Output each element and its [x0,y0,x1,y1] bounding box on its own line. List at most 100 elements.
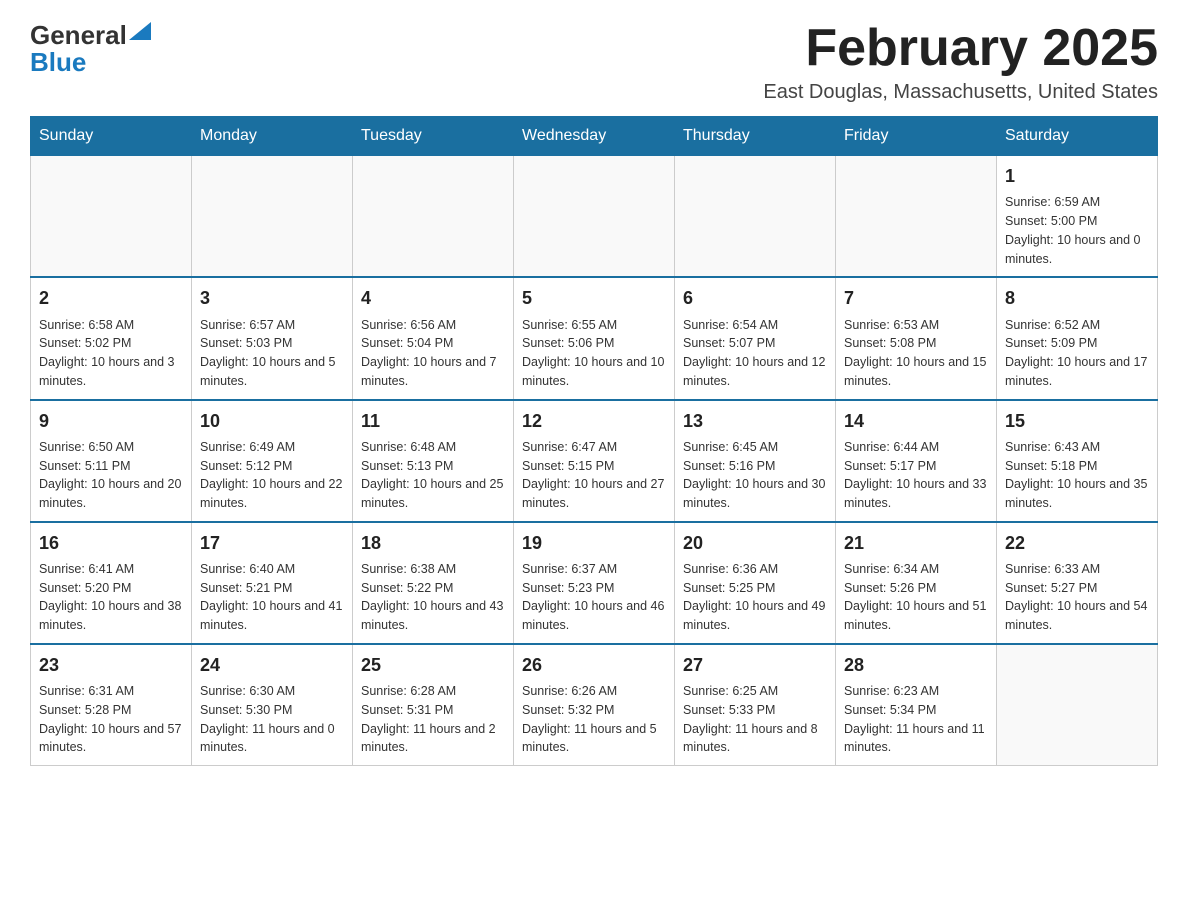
table-row [675,156,836,278]
table-row: 11Sunrise: 6:48 AM Sunset: 5:13 PM Dayli… [353,400,514,522]
calendar-week-row: 16 Sunrise: 6:41 AM Sunset: 5:20 PM Dayli… [31,522,1158,644]
day-info: Sunrise: 6:43 AM Sunset: 5:18 PM Dayligh… [1005,438,1149,513]
day-number: 10 [200,409,344,434]
day-info: Sunrise: 6:36 AM Sunset: 5:25 PM Dayligh… [683,560,827,635]
calendar-header-row: Sunday Monday Tuesday Wednesday Thursday… [31,117,1158,156]
day-number: 24 [200,653,344,678]
table-row: 7 Sunrise: 6:53 AM Sunset: 5:08 PM Daylig… [836,277,997,399]
day-info: Sunrise: 6:45 AM Sunset: 5:16 PM Dayligh… [683,438,827,513]
table-row [192,156,353,278]
table-row: 12 Sunrise: 6:47 AM Sunset: 5:15 PM Dayli… [514,400,675,522]
logo-triangle-icon [129,22,151,40]
day-number: 14 [844,409,988,434]
table-row: 2 Sunrise: 6:58 AM Sunset: 5:02 PM Daylig… [31,277,192,399]
day-info: Sunrise: 6:30 AM Sunset: 5:30 PM Dayligh… [200,682,344,757]
day-number: 2 [39,286,183,311]
header-friday: Friday [836,117,997,156]
header-wednesday: Wednesday [514,117,675,156]
month-title: February 2025 [763,20,1158,77]
table-row: 8 Sunrise: 6:52 AM Sunset: 5:09 PM Daylig… [997,277,1158,399]
day-info: Sunrise: 6:38 AM Sunset: 5:22 PM Dayligh… [361,560,505,635]
day-number: 13 [683,409,827,434]
table-row: 18 Sunrise: 6:38 AM Sunset: 5:22 PM Dayli… [353,522,514,644]
day-info: Sunrise: 6:31 AM Sunset: 5:28 PM Dayligh… [39,682,183,757]
day-number: 7 [844,286,988,311]
table-row: 15 Sunrise: 6:43 AM Sunset: 5:18 PM Dayli… [997,400,1158,522]
day-number: 11 [361,409,505,434]
day-number: 1 [1005,164,1149,189]
day-info: Sunrise: 6:34 AM Sunset: 5:26 PM Dayligh… [844,560,988,635]
header-thursday: Thursday [675,117,836,156]
calendar-week-row: 23 Sunrise: 6:31 AM Sunset: 5:28 PM Dayli… [31,644,1158,766]
day-info: Sunrise: 6:49 AM Sunset: 5:12 PM Dayligh… [200,438,344,513]
table-row: 9 Sunrise: 6:50 AM Sunset: 5:11 PM Daylig… [31,400,192,522]
page-header: General Blue February 2025 East Douglas,… [30,20,1158,104]
day-number: 4 [361,286,505,311]
day-info: Sunrise: 6:53 AM Sunset: 5:08 PM Dayligh… [844,316,988,391]
table-row [836,156,997,278]
day-number: 18 [361,531,505,556]
day-info: Sunrise: 6:37 AM Sunset: 5:23 PM Dayligh… [522,560,666,635]
day-number: 6 [683,286,827,311]
calendar-week-row: 9 Sunrise: 6:50 AM Sunset: 5:11 PM Daylig… [31,400,1158,522]
table-row: 10 Sunrise: 6:49 AM Sunset: 5:12 PM Dayli… [192,400,353,522]
day-info: Sunrise: 6:55 AM Sunset: 5:06 PM Dayligh… [522,316,666,391]
table-row [997,644,1158,766]
calendar-table: Sunday Monday Tuesday Wednesday Thursday… [30,116,1158,766]
day-info: Sunrise: 6:41 AM Sunset: 5:20 PM Dayligh… [39,560,183,635]
day-number: 22 [1005,531,1149,556]
day-number: 9 [39,409,183,434]
table-row: 22 Sunrise: 6:33 AM Sunset: 5:27 PM Dayli… [997,522,1158,644]
location-title: East Douglas, Massachusetts, United Stat… [763,81,1158,104]
day-info: Sunrise: 6:26 AM Sunset: 5:32 PM Dayligh… [522,682,666,757]
day-info: Sunrise: 6:25 AM Sunset: 5:33 PM Dayligh… [683,682,827,757]
day-number: 15 [1005,409,1149,434]
day-number: 25 [361,653,505,678]
day-info: Sunrise: 6:57 AM Sunset: 5:03 PM Dayligh… [200,316,344,391]
table-row: 27Sunrise: 6:25 AM Sunset: 5:33 PM Dayli… [675,644,836,766]
day-info: Sunrise: 6:52 AM Sunset: 5:09 PM Dayligh… [1005,316,1149,391]
table-row [353,156,514,278]
day-info: Sunrise: 6:40 AM Sunset: 5:21 PM Dayligh… [200,560,344,635]
table-row: 21 Sunrise: 6:34 AM Sunset: 5:26 PM Dayli… [836,522,997,644]
table-row: 19 Sunrise: 6:37 AM Sunset: 5:23 PM Dayli… [514,522,675,644]
calendar-week-row: 2 Sunrise: 6:58 AM Sunset: 5:02 PM Daylig… [31,277,1158,399]
table-row: 6 Sunrise: 6:54 AM Sunset: 5:07 PM Daylig… [675,277,836,399]
calendar-week-row: 1Sunrise: 6:59 AM Sunset: 5:00 PM Daylig… [31,156,1158,278]
day-number: 21 [844,531,988,556]
day-number: 26 [522,653,666,678]
table-row: 20 Sunrise: 6:36 AM Sunset: 5:25 PM Dayli… [675,522,836,644]
table-row: 14 Sunrise: 6:44 AM Sunset: 5:17 PM Dayli… [836,400,997,522]
table-row [31,156,192,278]
table-row: 4Sunrise: 6:56 AM Sunset: 5:04 PM Daylig… [353,277,514,399]
day-info: Sunrise: 6:58 AM Sunset: 5:02 PM Dayligh… [39,316,183,391]
header-monday: Monday [192,117,353,156]
table-row: 17 Sunrise: 6:40 AM Sunset: 5:21 PM Dayli… [192,522,353,644]
day-info: Sunrise: 6:54 AM Sunset: 5:07 PM Dayligh… [683,316,827,391]
day-info: Sunrise: 6:50 AM Sunset: 5:11 PM Dayligh… [39,438,183,513]
day-number: 8 [1005,286,1149,311]
day-number: 28 [844,653,988,678]
table-row: 1Sunrise: 6:59 AM Sunset: 5:00 PM Daylig… [997,156,1158,278]
day-number: 12 [522,409,666,434]
table-row: 25Sunrise: 6:28 AM Sunset: 5:31 PM Dayli… [353,644,514,766]
logo: General Blue [30,20,151,78]
day-number: 19 [522,531,666,556]
day-number: 3 [200,286,344,311]
day-number: 23 [39,653,183,678]
day-info: Sunrise: 6:47 AM Sunset: 5:15 PM Dayligh… [522,438,666,513]
day-info: Sunrise: 6:44 AM Sunset: 5:17 PM Dayligh… [844,438,988,513]
header-tuesday: Tuesday [353,117,514,156]
title-section: February 2025 East Douglas, Massachusett… [763,20,1158,104]
day-info: Sunrise: 6:23 AM Sunset: 5:34 PM Dayligh… [844,682,988,757]
day-info: Sunrise: 6:33 AM Sunset: 5:27 PM Dayligh… [1005,560,1149,635]
day-number: 20 [683,531,827,556]
day-number: 5 [522,286,666,311]
table-row: 23 Sunrise: 6:31 AM Sunset: 5:28 PM Dayli… [31,644,192,766]
table-row: 3 Sunrise: 6:57 AM Sunset: 5:03 PM Daylig… [192,277,353,399]
table-row: 28 Sunrise: 6:23 AM Sunset: 5:34 PM Dayli… [836,644,997,766]
day-number: 17 [200,531,344,556]
day-number: 16 [39,531,183,556]
table-row: 5 Sunrise: 6:55 AM Sunset: 5:06 PM Daylig… [514,277,675,399]
table-row: 24 Sunrise: 6:30 AM Sunset: 5:30 PM Dayli… [192,644,353,766]
